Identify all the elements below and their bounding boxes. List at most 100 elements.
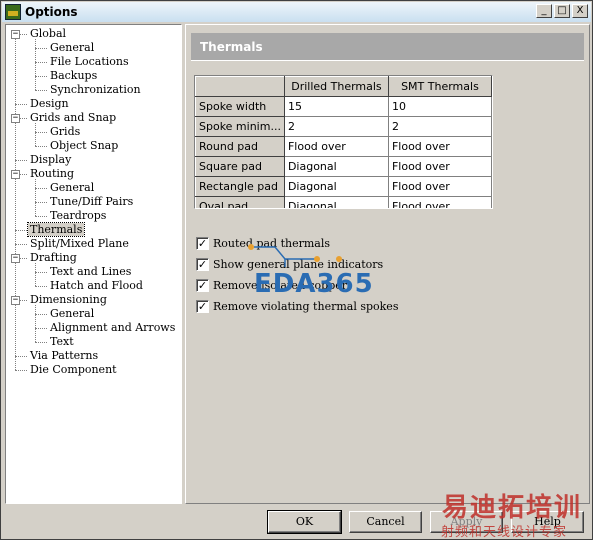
grid-column-header[interactable] (195, 76, 285, 97)
tree-branch (35, 123, 36, 146)
tree-item-label: Thermals (26, 222, 86, 237)
options-dialog: Options _ □ X Global − General File Locatio… (0, 0, 593, 540)
tree-item-label: Routing (30, 167, 75, 180)
grid-cell[interactable]: Flood over (387, 136, 492, 157)
tree-item[interactable]: File Locations (48, 55, 131, 69)
tree-item[interactable]: Text and Lines (48, 265, 133, 279)
tree-item-label: Display (30, 153, 72, 166)
tree-item-label: Design (30, 97, 69, 110)
grid-row-header: Square pad (195, 156, 285, 177)
eda-circuit-logo (248, 244, 342, 267)
tree-connector (35, 216, 47, 217)
tree-item[interactable]: Split/Mixed Plane (28, 237, 131, 251)
tree-item-label: Dimensioning (30, 293, 107, 306)
checkbox[interactable]: ✓ (196, 258, 209, 271)
grid-column-header[interactable]: Drilled Thermals (283, 76, 389, 97)
checkbox[interactable]: ✓ (196, 237, 209, 250)
tree-item[interactable]: Hatch and Flood (48, 279, 145, 293)
collapse-icon[interactable]: − (11, 296, 20, 305)
tree-connector (35, 286, 47, 287)
tree-connector (35, 146, 47, 147)
checkbox-label: Remove violating thermal spokes (213, 300, 399, 313)
grid-cell[interactable]: Flood over (387, 156, 492, 177)
tree-item[interactable]: Alignment and Arrows (48, 321, 177, 335)
tree-item[interactable]: Grids and Snap (28, 111, 118, 125)
tree-connector (35, 132, 47, 133)
pads-app-icon (5, 4, 21, 20)
tree-connector (15, 230, 27, 231)
checkbox-option[interactable]: ✓ Remove violating thermal spokes (196, 296, 398, 317)
cn-watermark-big: 易迪拓培训 (442, 493, 583, 523)
minimize-button[interactable]: _ (536, 4, 552, 18)
checkbox[interactable]: ✓ (196, 300, 209, 313)
grid-column-header[interactable]: SMT Thermals (387, 76, 492, 97)
tree-item-label: Tune/Diff Pairs (50, 195, 134, 208)
tree-item-label: Synchronization (50, 83, 141, 96)
tree-item[interactable]: Dimensioning (28, 293, 109, 307)
tree-item-label: General (50, 307, 95, 320)
thermals-grid[interactable]: Drilled Thermals SMT Thermals Spoke width 1… (194, 75, 493, 209)
tree-item[interactable]: Backups (48, 69, 99, 83)
tree-item-label: Hatch and Flood (50, 279, 143, 292)
tree-item-label: Grids and Snap (30, 111, 117, 124)
tree-connector (35, 272, 47, 273)
grid-cell[interactable]: Flood over (387, 176, 492, 197)
tree-branch (35, 39, 36, 90)
grid-cell[interactable]: 15 (283, 96, 389, 117)
tree-item[interactable]: Tune/Diff Pairs (48, 195, 135, 209)
grid-cell[interactable]: 2 (283, 116, 389, 137)
section-header: Thermals (191, 33, 584, 61)
options-tree[interactable]: Global − General File Locations Backups Synch… (5, 24, 182, 504)
tree-item[interactable]: Grids (48, 125, 82, 139)
tree-item[interactable]: Synchronization (48, 83, 143, 97)
tree-item[interactable]: Via Patterns (28, 349, 100, 363)
collapse-icon[interactable]: − (11, 170, 20, 179)
grid-cell[interactable]: 10 (387, 96, 492, 117)
tree-item[interactable]: Design (28, 97, 71, 111)
tree-item-label: Alignment and Arrows (50, 321, 176, 334)
grid-row-header: Spoke width (195, 96, 285, 117)
cn-watermark-small: 射频和天线设计专家 (441, 525, 568, 540)
grid-cell[interactable]: Diagonal (283, 176, 389, 197)
tree-item[interactable]: Teardrops (48, 209, 108, 223)
tree-connector (15, 370, 27, 371)
grid-cell[interactable]: Flood over (283, 136, 389, 157)
tree-item[interactable]: General (48, 307, 96, 321)
tree-item[interactable]: General (48, 181, 96, 195)
grid-row-header: Round pad (195, 136, 285, 157)
grid-cell[interactable]: Diagonal (283, 156, 389, 177)
collapse-icon[interactable]: − (11, 254, 20, 263)
grid-row: Oval pad Diagonal Flood over (195, 196, 492, 208)
grid-cell[interactable]: Diagonal (283, 196, 389, 208)
tree-item-label: General (50, 181, 95, 194)
tree-item[interactable]: Display (28, 153, 73, 167)
grid-row-header: Oval pad (195, 196, 285, 208)
grid-cell[interactable]: Flood over (387, 196, 492, 208)
grid-row: Square pad Diagonal Flood over (195, 156, 492, 177)
tree-item[interactable]: Text (48, 335, 76, 349)
tree-branch (35, 179, 36, 216)
collapse-icon[interactable]: − (11, 30, 20, 39)
title-bar[interactable]: Options _ □ X (2, 2, 591, 22)
tree-item[interactable]: General (48, 41, 96, 55)
tree-item[interactable]: Drafting (28, 251, 79, 265)
cancel-button[interactable]: Cancel (349, 511, 422, 533)
maximize-button[interactable]: □ (554, 4, 570, 18)
tree-connector (35, 328, 47, 329)
tree-item[interactable]: Global (28, 27, 68, 41)
tree-connector (35, 188, 47, 189)
tree-item[interactable]: Die Component (28, 363, 119, 377)
tree-connector (15, 244, 27, 245)
ok-button[interactable]: OK (267, 510, 342, 534)
grid-cell[interactable]: 2 (387, 116, 492, 137)
tree-connector (15, 160, 27, 161)
checkbox[interactable]: ✓ (196, 279, 209, 292)
tree-connector (35, 76, 47, 77)
grid-row-header: Rectangle pad (195, 176, 285, 197)
close-button[interactable]: X (572, 4, 588, 18)
tree-item[interactable]: Thermals (26, 222, 86, 237)
tree-item[interactable]: Routing (28, 167, 76, 181)
collapse-icon[interactable]: − (11, 114, 20, 123)
tree-item-label: Teardrops (50, 209, 107, 222)
tree-item[interactable]: Object Snap (48, 139, 120, 153)
